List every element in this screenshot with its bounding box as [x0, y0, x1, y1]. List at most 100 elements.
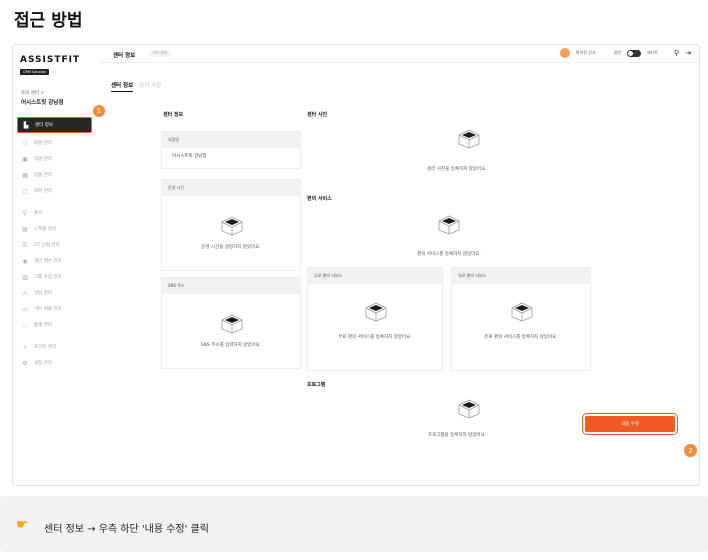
- sidebar-item-label: OT 신청 관리: [34, 243, 60, 248]
- facilities-empty: 편의 서비스를 등록하지 않았어요.: [417, 252, 481, 257]
- sidebar-item-attendance[interactable]: ⚲ 출석: [20, 207, 94, 219]
- sidebar-item-label: 통계 관리: [34, 323, 52, 328]
- sidebar-item-label: 직원 관리: [34, 157, 52, 162]
- toggle-label: 일반: [613, 50, 621, 55]
- stats-icon: ◌: [22, 321, 28, 329]
- calendar-icon: ▤: [22, 225, 28, 233]
- hours-empty: 운영 시간을 설정하지 않았어요.: [201, 245, 261, 250]
- header-chip: 센터 정보: [149, 50, 171, 57]
- programs-label: 프로그램: [307, 382, 326, 388]
- empty-box-icon: [221, 314, 243, 334]
- sidebar: ASSISTFIT CRM Solution 로의 센터 > 어시스트핏 강남점…: [13, 45, 99, 485]
- step-marker-1: 1: [93, 105, 105, 117]
- sidebar-item-group-class[interactable]: ▥ 그룹 수업 관리: [20, 271, 94, 283]
- sidebar-item-center-info[interactable]: ▙ 센터 정보: [17, 117, 92, 133]
- center-name-card: 지점명 어시스트핏 강남점: [161, 131, 301, 169]
- center-photo-empty: 센터 사진을 등록하지 않았어요.: [427, 167, 487, 172]
- mode-toggle[interactable]: [626, 49, 641, 57]
- sidebar-item-settings[interactable]: ⚙ 설정 관리: [20, 357, 94, 369]
- programs-empty: 프로그램을 등록하지 않았어요.: [427, 433, 487, 438]
- free-service-head: 무료 편의 서비스: [308, 268, 442, 284]
- empty-box-icon: [458, 399, 480, 419]
- free-service-empty: 무료 편의 서비스를 등록하지 않았어요.: [338, 335, 412, 340]
- sidebar-item-ot[interactable]: ☰ OT 신청 관리: [20, 239, 94, 251]
- center-info-label: 센터 정보: [163, 112, 184, 118]
- sidebar-item-points[interactable]: ✧ 포인트 관리: [20, 341, 94, 353]
- header-title: 센터 정보: [113, 53, 136, 59]
- sparkle-icon: ✧: [22, 343, 28, 351]
- empty-box-icon: [458, 129, 480, 149]
- sns-empty: SNS 주소를 입력하지 않았어요.: [200, 343, 262, 348]
- sidebar-item-consult[interactable]: ∩ 상담 관리: [20, 287, 94, 299]
- center-name-value: 어시스트핏 강남점: [172, 154, 207, 159]
- sidebar-item-label: 개인 레슨 관리: [34, 259, 62, 264]
- building-icon: ▙: [23, 121, 29, 129]
- sidebar-item-label: 상품 관리: [34, 173, 52, 178]
- chart-icon: ▥: [22, 273, 28, 281]
- sidebar-item-products[interactable]: ▦ 상품 관리: [20, 169, 94, 181]
- empty-box-icon: [221, 216, 243, 236]
- sidebar-item-label: 포인트 관리: [34, 345, 57, 350]
- paid-service-head: 유료 편의 서비스: [452, 268, 590, 284]
- sidebar-item-locker[interactable]: ▢ 락커 관리: [20, 185, 94, 197]
- center-name: 어시스트핏 강남점: [21, 100, 64, 106]
- tab-bar: 센터 정보 공지 사항: [111, 81, 161, 92]
- sidebar-item-schedule[interactable]: ▤ 스케줄 관리: [20, 223, 94, 235]
- paid-service-empty: 유료 편의 서비스를 등록하지 않았어요.: [484, 335, 558, 340]
- center-name-head: 지점명: [162, 132, 300, 148]
- header-right: 박어핏 강사 일반 에디트 ⚲ ⇥: [559, 48, 691, 58]
- empty-box-icon: [365, 302, 387, 322]
- sidebar-item-staff[interactable]: ▣ 직원 관리: [20, 153, 94, 165]
- toggle-label-right: 에디트: [646, 50, 658, 55]
- sidebar-item-members[interactable]: ⚇ 회원 관리: [20, 137, 94, 149]
- grid-icon: ▦: [22, 171, 28, 179]
- settings-icon: ⚙: [22, 359, 28, 367]
- sidebar-item-label: 스케줄 관리: [34, 227, 57, 232]
- sidebar-item-label: 상담 관리: [34, 291, 52, 296]
- card-icon: ▭: [22, 305, 28, 313]
- sidebar-item-label: 그룹 수업 관리: [34, 275, 62, 280]
- facilities-label: 편의 서비스: [307, 196, 332, 202]
- center-switcher[interactable]: 로의 센터 >: [21, 90, 44, 96]
- sidebar-item-label: 락커 관리: [34, 189, 52, 194]
- edit-content-button[interactable]: 내용 수정: [582, 413, 678, 435]
- headset-icon: ∩: [22, 289, 28, 297]
- empty-box-icon: [438, 215, 460, 235]
- avatar[interactable]: [559, 48, 570, 58]
- page-title: 접근 방법: [14, 11, 83, 31]
- user-icon[interactable]: ⚲: [674, 49, 679, 57]
- eye-icon: ◉: [22, 257, 28, 265]
- sidebar-item-lesson[interactable]: ◉ 개인 레슨 관리: [20, 255, 94, 267]
- sidebar-item-label: 기타 매출 관리: [34, 307, 62, 312]
- pointing-hand-icon: ☛: [16, 517, 29, 533]
- sidebar-item-label: 회원 관리: [34, 141, 52, 146]
- tip-box: ☛ 센터 정보 → 우측 하단 '내용 수정' 클릭: [0, 496, 708, 552]
- logo-badge: CRM Solution: [20, 69, 50, 75]
- attendance-icon: ⚲: [22, 209, 28, 217]
- sidebar-item-label: 출석: [34, 211, 43, 216]
- sns-head: SNS 주소: [162, 278, 300, 294]
- hours-head: 운영 시간: [162, 180, 300, 196]
- top-bar: 센터 정보 센터 정보 박어핏 강사 일반 에디트 ⚲ ⇥: [99, 45, 699, 63]
- sidebar-item-label: 설정 관리: [34, 361, 52, 366]
- step-marker-2: 2: [684, 444, 697, 457]
- free-service-card: 무료 편의 서비스 무료 편의 서비스를 등록하지 않았어요.: [307, 267, 443, 371]
- logout-icon[interactable]: ⇥: [685, 49, 691, 57]
- sns-card: SNS 주소 SNS 주소를 입력하지 않았어요.: [161, 277, 301, 369]
- center-photo-label: 센터 사진: [307, 112, 328, 118]
- tip-text: 센터 정보 → 우측 하단 '내용 수정' 클릭: [44, 524, 209, 535]
- sidebar-item-sales[interactable]: ▭ 기타 매출 관리: [20, 303, 94, 315]
- sidebar-item-label: 센터 정보: [35, 123, 53, 128]
- staff-icon: ▣: [22, 155, 28, 163]
- logo: ASSISTFIT: [20, 55, 81, 65]
- users-icon: ⚇: [22, 139, 28, 147]
- paid-service-card: 유료 편의 서비스 유료 편의 서비스를 등록하지 않았어요.: [451, 267, 591, 371]
- locker-icon: ▢: [22, 187, 28, 195]
- tab-notice[interactable]: 공지 사항: [139, 81, 161, 92]
- hours-card: 운영 시간 운영 시간을 설정하지 않았어요.: [161, 179, 301, 271]
- user-name: 박어핏 강사: [575, 50, 596, 55]
- tab-center-info[interactable]: 센터 정보: [111, 81, 134, 92]
- sidebar-item-stats[interactable]: ◌ 통계 관리: [20, 319, 94, 331]
- list-icon: ☰: [22, 241, 28, 249]
- empty-box-icon: [511, 302, 533, 322]
